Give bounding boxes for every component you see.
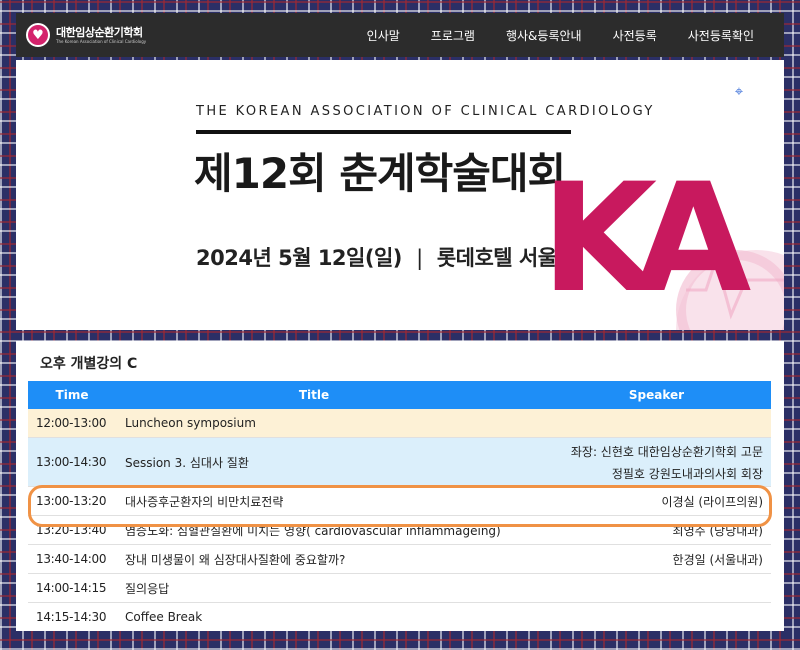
schedule-title: 오후 개별강의 C xyxy=(40,356,138,372)
header-speaker: Speaker xyxy=(628,388,685,402)
menu-registration-check[interactable]: 사전등록확인 xyxy=(688,27,754,44)
banner-english-title: THE KOREAN ASSOCIATION OF CLINICAL CARDI… xyxy=(196,104,655,119)
header-title: Title xyxy=(298,388,330,402)
event-date: 2024년 5월 12일(일) xyxy=(196,246,402,270)
row-title: 질의응답 xyxy=(125,581,170,596)
table-row: 14:15-14:30 Coffee Break xyxy=(28,603,771,631)
logo-title: 대한임상순환기학회 xyxy=(56,25,143,39)
row-time: 14:00-14:15 xyxy=(36,581,107,595)
event-banner: THE KOREAN ASSOCIATION OF CLINICAL CARDI… xyxy=(16,60,784,330)
table-header: Time Title Speaker xyxy=(28,381,771,409)
row-title: Luncheon symposium xyxy=(125,416,256,430)
banner-korean-title: 제12회 춘계학술대회 xyxy=(194,149,566,198)
row-time: 13:40-14:00 xyxy=(36,552,107,566)
heart-logo-icon: ♥ xyxy=(26,23,50,47)
menu-greeting[interactable]: 인사말 xyxy=(367,27,400,44)
row-title: Coffee Break xyxy=(125,610,203,624)
table-row-session: 13:00-14:30 Session 3. 심대사 질환 좌장: 신현호 대한… xyxy=(28,438,771,487)
table-row: 13:20-13:40 염증노화: 심혈관질환에 미치는 영향( cardiov… xyxy=(28,516,771,545)
row-speaker: 이경실 (라이프의원) xyxy=(661,494,764,509)
row-title: 염증노화: 심혈관질환에 미치는 영향( cardiovascular infl… xyxy=(125,523,501,538)
table-row: 13:40-14:00 장내 미생물이 왜 심장대사질환에 중요할까? 한경일 … xyxy=(28,545,771,574)
row-time: 12:00-13:00 xyxy=(36,416,107,430)
table-row: 13:00-13:20 대사증후군환자의 비만치료전략 이경실 (라이프의원) xyxy=(28,487,771,516)
image-search-icon[interactable]: ⌖ xyxy=(728,80,750,102)
row-chairs: 좌장: 신현호 대한임상순환기학회 고문 정필호 강원도내과의사회 회장 xyxy=(545,443,771,482)
row-time: 14:15-14:30 xyxy=(36,610,107,624)
menu-pre-registration[interactable]: 사전등록 xyxy=(613,27,657,44)
menu-program[interactable]: 프로그램 xyxy=(431,27,475,44)
row-speaker: 최영주 (당당내과) xyxy=(672,523,763,538)
menu-event-info[interactable]: 행사&등록안내 xyxy=(506,27,582,44)
row-title: Session 3. 심대사 질환 xyxy=(125,455,249,470)
chair-secondary: 정필호 강원도내과의사회 회장 xyxy=(611,466,763,481)
row-time: 13:00-13:20 xyxy=(36,494,107,508)
table-row: 12:00-13:00 Luncheon symposium xyxy=(28,409,771,438)
logo-subtitle: The Korean Association of Clinical Cardi… xyxy=(56,38,147,44)
row-title: 장내 미생물이 왜 심장대사질환에 중요할까? xyxy=(125,552,346,567)
ka-logo-graphic: KA xyxy=(541,152,784,330)
row-time: 13:00-14:30 xyxy=(36,455,107,469)
schedule-table: Time Title Speaker 12:00-13:00 Luncheon … xyxy=(28,381,771,631)
site-logo[interactable]: ♥ 대한임상순환기학회 The Korean Association of Cl… xyxy=(26,23,146,47)
table-row: 14:00-14:15 질의응답 xyxy=(28,574,771,603)
main-menu: 인사말 프로그램 행사&등록안내 사전등록 사전등록확인 xyxy=(336,27,754,44)
row-title: 대사증후군환자의 비만치료전략 xyxy=(125,494,284,509)
schedule-panel: 오후 개별강의 C Time Title Speaker 12:00-13:00… xyxy=(16,341,784,631)
banner-divider xyxy=(196,130,571,134)
chair-primary: 좌장: 신현호 대한임상순환기학회 고문 xyxy=(570,444,763,459)
event-separator: | xyxy=(416,246,423,270)
header-time: Time xyxy=(55,388,89,402)
top-navbar: ♥ 대한임상순환기학회 The Korean Association of Cl… xyxy=(16,13,784,57)
row-speaker: 한경일 (서울내과) xyxy=(672,552,763,567)
banner-event-info: 2024년 5월 12일(일) | 롯데호텔 서울 xyxy=(196,242,557,272)
row-time: 13:20-13:40 xyxy=(36,523,107,537)
ka-letters-text: KA xyxy=(541,152,751,326)
